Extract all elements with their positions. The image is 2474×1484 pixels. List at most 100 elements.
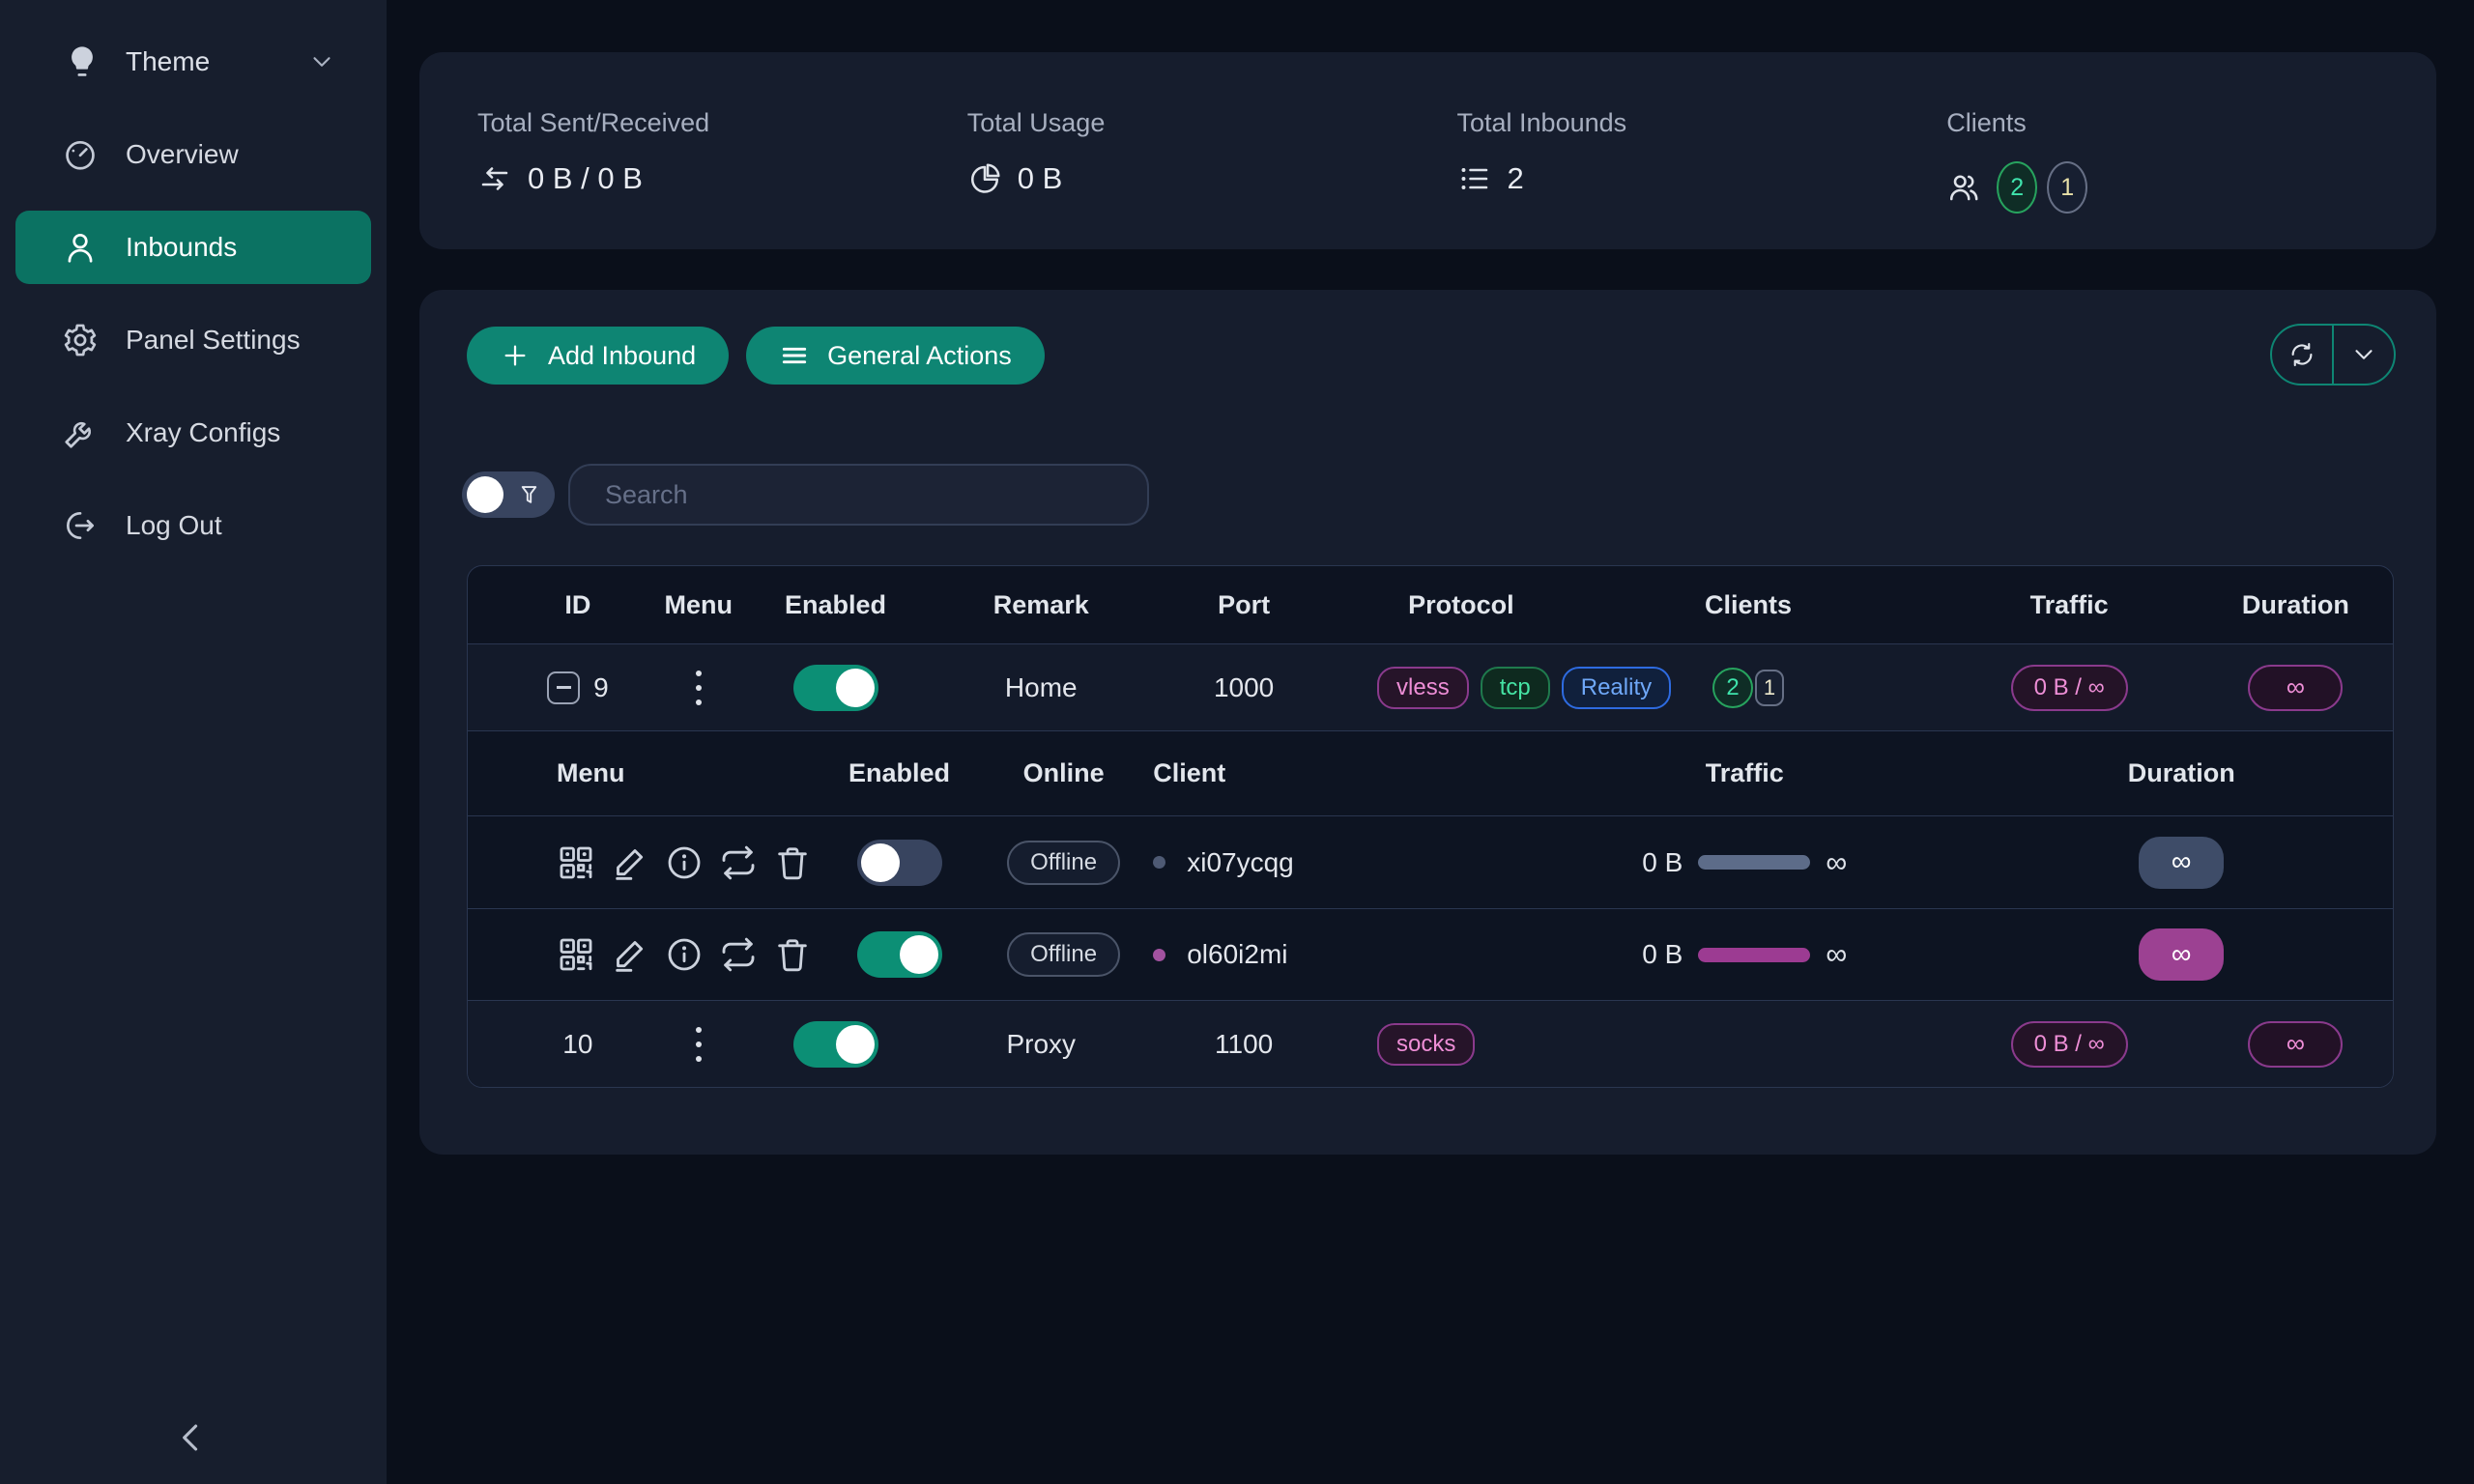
subtable-header: Menu Enabled Online Client Traffic Durat… — [468, 731, 2393, 816]
duration-badge: ∞ — [2248, 665, 2343, 711]
sidebar-item-label: Overview — [126, 139, 239, 170]
client-name: xi07ycqg — [1187, 847, 1294, 878]
sub-col-header-traffic: Traffic — [1519, 758, 1971, 788]
clients-enabled-badge: 2 — [1997, 161, 2037, 214]
sidebar-collapse-button[interactable] — [170, 1416, 213, 1459]
stat-label: Total Sent/Received — [477, 108, 967, 138]
chevron-down-icon — [2349, 340, 2378, 369]
refresh-icon — [2287, 340, 2316, 369]
traffic-progress-bar — [1698, 855, 1810, 870]
hamburger-menu-icon — [779, 340, 810, 371]
plus-icon — [500, 340, 531, 371]
row-menu-button[interactable] — [686, 665, 711, 711]
table-row: 9 Home 1000 vless tcp Reality 2 1 0 B / … — [468, 643, 2393, 730]
table-header: ID Menu Enabled Remark Port Protocol Cli… — [468, 566, 2393, 643]
sub-col-header-enabled: Enabled — [815, 758, 984, 788]
stat-total-sent-received: Total Sent/Received 0 B / 0 B — [477, 108, 967, 214]
enabled-toggle[interactable] — [793, 665, 878, 711]
collapse-row-icon[interactable] — [547, 671, 580, 704]
sidebar-item-xray-configs[interactable]: Xray Configs — [15, 396, 371, 470]
online-status-badge: Offline — [1007, 932, 1120, 977]
stat-value: 2 — [1508, 161, 1524, 196]
sidebar-item-inbounds[interactable]: Inbounds — [15, 211, 371, 284]
funnel-icon — [516, 482, 542, 508]
col-header-duration: Duration — [2235, 590, 2356, 620]
refresh-dropdown-button[interactable] — [2332, 326, 2394, 384]
gear-icon — [62, 322, 99, 358]
client-row: Offline ol60i2mi 0 B ∞ ∞ — [468, 908, 2393, 1000]
row-remark: Home — [1005, 672, 1078, 703]
protocol-badge-vless: vless — [1377, 667, 1469, 709]
sidebar-item-label: Panel Settings — [126, 325, 301, 356]
list-icon — [1457, 161, 1492, 196]
sidebar-item-log-out[interactable]: Log Out — [15, 489, 371, 562]
filter-toggle[interactable] — [462, 471, 555, 518]
sidebar-item-overview[interactable]: Overview — [15, 118, 371, 191]
col-header-id: ID — [506, 590, 649, 620]
stat-clients: Clients 2 1 — [1946, 108, 2436, 214]
traffic-progress-bar — [1698, 948, 1810, 962]
stat-total-usage: Total Usage 0 B — [967, 108, 1457, 214]
toggle-knob — [467, 476, 503, 513]
toolbar: Add Inbound General Actions — [467, 327, 1045, 385]
enabled-toggle[interactable] — [793, 1021, 878, 1068]
row-id: 9 — [593, 672, 609, 703]
client-enabled-toggle[interactable] — [857, 840, 942, 886]
row-port: 1000 — [1214, 672, 1274, 703]
sub-col-header-duration: Duration — [1971, 758, 2393, 788]
client-enabled-toggle[interactable] — [857, 931, 942, 978]
row-id: 10 — [562, 1029, 592, 1060]
edit-icon[interactable] — [611, 843, 649, 882]
client-row: Offline xi07ycqg 0 B ∞ ∞ — [468, 816, 2393, 908]
general-actions-button[interactable]: General Actions — [746, 327, 1045, 385]
traffic-used: 0 B — [1642, 847, 1683, 878]
stat-value: 0 B / 0 B — [528, 161, 643, 196]
qr-code-icon[interactable] — [557, 935, 595, 974]
info-icon[interactable] — [665, 935, 704, 974]
duration-badge: ∞ — [2248, 1021, 2343, 1068]
col-header-port: Port — [1159, 590, 1329, 620]
delete-icon[interactable] — [773, 935, 812, 974]
filter-row — [462, 464, 1149, 526]
sidebar-nav: Overview Inbounds Panel Settings Xray Co… — [0, 118, 387, 562]
stat-label: Clients — [1946, 108, 2436, 138]
table-row: 10 Proxy 1100 socks 0 B / ∞ ∞ — [468, 1000, 2393, 1087]
clients-disabled-badge: 1 — [1755, 670, 1784, 706]
refresh-button[interactable] — [2272, 326, 2332, 384]
col-header-menu: Menu — [649, 590, 748, 620]
pie-chart-icon — [967, 161, 1002, 196]
clients-enabled-badge: 2 — [1712, 668, 1753, 708]
theme-bulb-icon — [64, 43, 101, 80]
theme-selector[interactable]: Theme — [0, 27, 387, 97]
clients-disabled-badge: 1 — [2047, 161, 2087, 214]
sub-col-header-menu: Menu — [514, 758, 815, 788]
stat-total-inbounds: Total Inbounds 2 — [1457, 108, 1947, 214]
col-header-protocol: Protocol — [1329, 590, 1594, 620]
wrench-icon — [62, 414, 99, 451]
traffic-limit: ∞ — [1826, 845, 1847, 880]
edit-icon[interactable] — [611, 935, 649, 974]
stats-card: Total Sent/Received 0 B / 0 B Total Usag… — [419, 52, 2436, 249]
delete-icon[interactable] — [773, 843, 812, 882]
info-icon[interactable] — [665, 843, 704, 882]
qr-code-icon[interactable] — [557, 843, 595, 882]
client-status-dot — [1153, 856, 1165, 869]
stat-label: Total Usage — [967, 108, 1457, 138]
row-remark: Proxy — [1006, 1029, 1076, 1060]
gauge-icon — [62, 136, 99, 173]
search-input[interactable] — [568, 464, 1149, 526]
reset-traffic-icon[interactable] — [719, 935, 758, 974]
row-menu-button[interactable] — [686, 1021, 711, 1068]
add-inbound-button[interactable]: Add Inbound — [467, 327, 729, 385]
inbounds-table: ID Menu Enabled Remark Port Protocol Cli… — [467, 565, 2394, 1088]
row-port: 1100 — [1215, 1029, 1273, 1060]
theme-label: Theme — [126, 46, 210, 77]
protocol-badge-socks: socks — [1377, 1023, 1475, 1066]
inbounds-card: Add Inbound General Actions — [419, 290, 2436, 1155]
main-content: Total Sent/Received 0 B / 0 B Total Usag… — [387, 0, 2474, 1484]
client-duration-badge: ∞ — [2139, 928, 2224, 981]
col-header-traffic: Traffic — [1903, 590, 2235, 620]
sidebar-item-panel-settings[interactable]: Panel Settings — [15, 303, 371, 377]
reset-traffic-icon[interactable] — [719, 843, 758, 882]
client-duration-badge: ∞ — [2139, 837, 2224, 889]
